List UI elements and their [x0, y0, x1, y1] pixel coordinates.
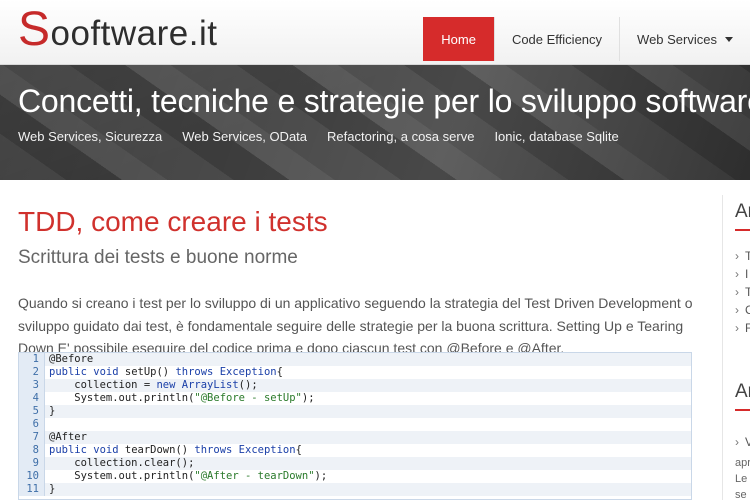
hero-banner: Concetti, tecniche e strategie per lo sv…	[0, 65, 750, 180]
nav-code-efficiency-label: Code Efficiency	[511, 31, 603, 47]
sidebar-text: Le	[735, 473, 748, 485]
nav-web-services[interactable]: Web Services	[619, 17, 750, 61]
article-title: TDD, come creare i tests	[18, 206, 328, 237]
sidebar: Ar T I T C F Ar V apr Le se	[722, 195, 750, 500]
sidebar-text: apr	[735, 457, 750, 469]
code-line: 4 System.out.println("@Before - setUp");	[19, 392, 691, 405]
line-number: 8	[19, 444, 45, 457]
featured-link[interactable]: Ionic, database Sqlite	[494, 129, 618, 144]
sidebar-text: se	[735, 489, 747, 500]
main-nav: Home Code Efficiency Web Services	[423, 17, 750, 61]
line-number: 9	[19, 457, 45, 470]
site-tagline: Concetti, tecniche e strategie per lo sv…	[18, 83, 750, 119]
sidebar-link[interactable]: T	[735, 249, 750, 263]
top-navigation-bar: Sooftware.it Home Code Efficiency Web Se…	[0, 0, 750, 65]
featured-link[interactable]: Refactoring, a cosa serve	[327, 129, 474, 144]
sidebar-link[interactable]: F	[735, 321, 750, 335]
sidebar-heading-rule	[735, 229, 750, 231]
sidebar-heading: Ar	[735, 201, 750, 222]
line-number: 10	[19, 470, 45, 483]
nav-home-label: Home	[441, 31, 476, 47]
sidebar-link[interactable]: I	[735, 267, 748, 281]
logo-initial: S	[18, 3, 51, 56]
line-number: 7	[19, 431, 45, 444]
article-paragraph: Quando si creano i test per lo sviluppo …	[18, 295, 693, 356]
code-line: 11}	[19, 483, 691, 496]
line-number: 3	[19, 379, 45, 392]
sidebar-link[interactable]: T	[735, 285, 750, 299]
code-line: 5}	[19, 405, 691, 418]
featured-link[interactable]: Web Services, OData	[182, 129, 307, 144]
code-line: 7 @After	[19, 431, 691, 444]
code-line: 8 public void tearDown() throws Exception…	[19, 444, 691, 457]
line-number: 1	[19, 353, 45, 366]
featured-links: Web Services, Sicurezza Web Services, OD…	[18, 129, 619, 144]
line-number: 5	[19, 405, 45, 418]
line-number: 2	[19, 366, 45, 379]
sidebar-heading-rule	[735, 409, 750, 411]
article-subtitle: Scrittura dei tests e buone norme	[18, 247, 298, 268]
sidebar-link[interactable]: C	[735, 303, 750, 317]
line-number: 11	[19, 483, 45, 496]
code-line: 3 collection = new ArrayList();	[19, 379, 691, 392]
nav-code-efficiency[interactable]: Code Efficiency	[493, 17, 619, 61]
chevron-down-icon	[725, 36, 733, 42]
code-line: 2 public void setUp() throws Exception{	[19, 366, 691, 379]
line-number: 4	[19, 392, 45, 405]
nav-web-services-label: Web Services	[637, 31, 717, 47]
featured-link[interactable]: Web Services, Sicurezza	[18, 129, 162, 144]
sidebar-link[interactable]: V	[735, 435, 750, 449]
code-line: 10 System.out.println("@After - tearDown…	[19, 470, 691, 483]
code-block[interactable]: 1 @Before 2 public void setUp() throws Exc…	[18, 352, 692, 500]
sidebar-heading: Ar	[735, 381, 750, 402]
code-line: 9 collection.clear();	[19, 457, 691, 470]
code-line: 6	[19, 418, 691, 431]
logo-text: ooftware.it	[50, 14, 218, 53]
site-logo[interactable]: Sooftware.it	[18, 6, 217, 54]
nav-home[interactable]: Home	[423, 17, 494, 61]
line-number: 6	[19, 418, 45, 431]
code-line: 1 @Before	[19, 353, 691, 366]
